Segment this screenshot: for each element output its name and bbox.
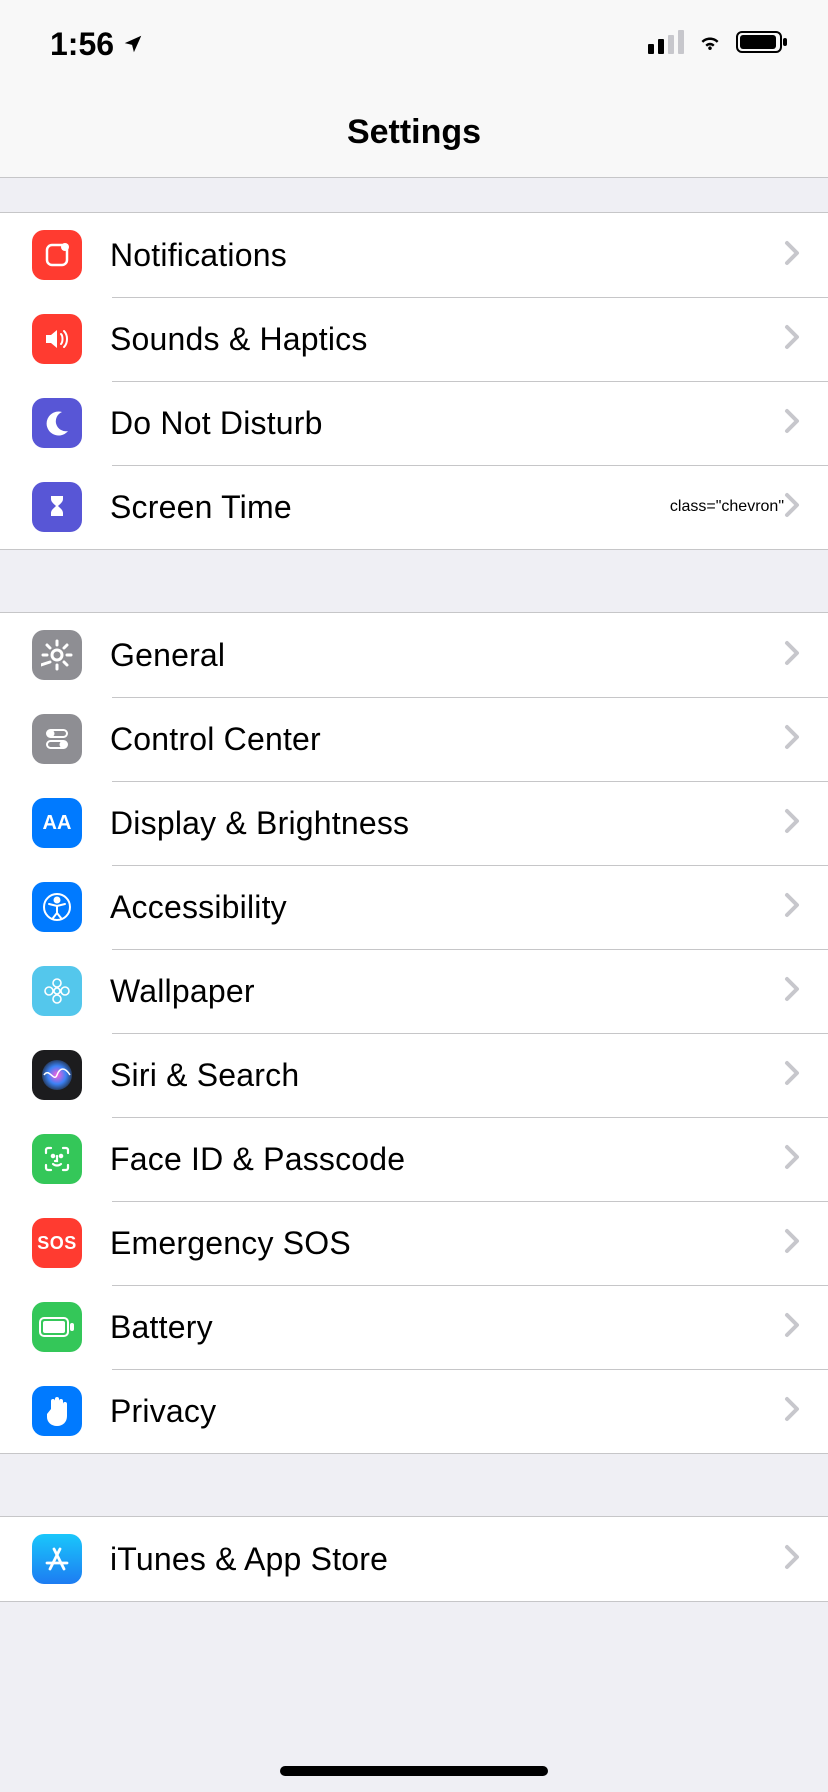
chevron-right-icon — [784, 240, 800, 271]
toggles-icon — [32, 714, 82, 764]
chevron-right-icon — [784, 808, 800, 839]
chevron-right-icon — [784, 976, 800, 1007]
text-size-icon: AA — [32, 798, 82, 848]
row-battery[interactable]: Battery — [0, 1285, 828, 1369]
sound-icon — [32, 314, 82, 364]
moon-icon — [32, 398, 82, 448]
row-label: Face ID & Passcode — [110, 1141, 784, 1178]
row-display-brightness[interactable]: AA Display & Brightness — [0, 781, 828, 865]
flower-icon — [32, 966, 82, 1016]
gear-icon — [32, 630, 82, 680]
chevron-right-icon — [784, 408, 800, 439]
row-accessibility[interactable]: Accessibility — [0, 865, 828, 949]
row-do-not-disturb[interactable]: Do Not Disturb — [0, 381, 828, 465]
row-screen-time[interactable]: Screen Time class="chevron" — [0, 465, 828, 549]
row-label: Notifications — [110, 237, 784, 274]
row-label: Screen Time — [110, 489, 670, 526]
chevron-right-icon — [784, 324, 800, 355]
status-bar: 1:56 — [0, 0, 828, 88]
sos-icon: SOS — [32, 1218, 82, 1268]
row-label: Battery — [110, 1309, 784, 1346]
row-general[interactable]: General — [0, 613, 828, 697]
settings-group: Notifications Sounds & Haptics Do Not Di… — [0, 212, 828, 550]
home-indicator[interactable] — [280, 1766, 548, 1776]
status-left: 1:56 — [50, 26, 144, 63]
row-notifications[interactable]: Notifications — [0, 213, 828, 297]
wifi-icon — [694, 30, 726, 59]
status-right — [648, 30, 788, 59]
row-sounds-haptics[interactable]: Sounds & Haptics — [0, 297, 828, 381]
chevron-right-icon — [784, 1544, 800, 1575]
row-label: Emergency SOS — [110, 1225, 784, 1262]
chevron-right-icon — [784, 724, 800, 755]
chevron-right-icon — [784, 1228, 800, 1259]
row-label: General — [110, 637, 784, 674]
row-siri-search[interactable]: Siri & Search — [0, 1033, 828, 1117]
row-privacy[interactable]: Privacy — [0, 1369, 828, 1453]
settings-group: General Control Center AA Display & Brig… — [0, 612, 828, 1454]
row-label: Privacy — [110, 1393, 784, 1430]
chevron-right-icon — [784, 492, 800, 523]
row-label: Sounds & Haptics — [110, 321, 784, 358]
chevron-right-icon — [784, 1396, 800, 1427]
row-label: Display & Brightness — [110, 805, 784, 842]
chevron-right-icon — [784, 892, 800, 923]
row-control-center[interactable]: Control Center — [0, 697, 828, 781]
hourglass-icon — [32, 482, 82, 532]
siri-icon — [32, 1050, 82, 1100]
row-label: iTunes & App Store — [110, 1541, 784, 1578]
chevron-right-icon — [784, 1060, 800, 1091]
chevron-right-icon — [784, 1312, 800, 1343]
row-label: Control Center — [110, 721, 784, 758]
faceid-icon — [32, 1134, 82, 1184]
row-faceid-passcode[interactable]: Face ID & Passcode — [0, 1117, 828, 1201]
settings-list[interactable]: Notifications Sounds & Haptics Do Not Di… — [0, 178, 828, 1792]
page-title: Settings — [347, 113, 481, 152]
nav-header: Settings — [0, 88, 828, 178]
accessibility-icon — [32, 882, 82, 932]
battery-icon — [736, 30, 788, 59]
location-icon — [122, 26, 144, 63]
chevron-right-icon — [784, 1144, 800, 1175]
row-label: Do Not Disturb — [110, 405, 784, 442]
settings-group: iTunes & App Store — [0, 1516, 828, 1602]
row-label: Accessibility — [110, 889, 784, 926]
chevron-right-icon — [784, 640, 800, 671]
notifications-icon — [32, 230, 82, 280]
row-wallpaper[interactable]: Wallpaper — [0, 949, 828, 1033]
row-label: Wallpaper — [110, 973, 784, 1010]
hand-icon — [32, 1386, 82, 1436]
appstore-icon — [32, 1534, 82, 1584]
status-time: 1:56 — [50, 26, 114, 63]
row-itunes-appstore[interactable]: iTunes & App Store — [0, 1517, 828, 1601]
row-emergency-sos[interactable]: SOS Emergency SOS — [0, 1201, 828, 1285]
cellular-icon — [648, 30, 684, 59]
row-label: Siri & Search — [110, 1057, 784, 1094]
battery-icon — [32, 1302, 82, 1352]
